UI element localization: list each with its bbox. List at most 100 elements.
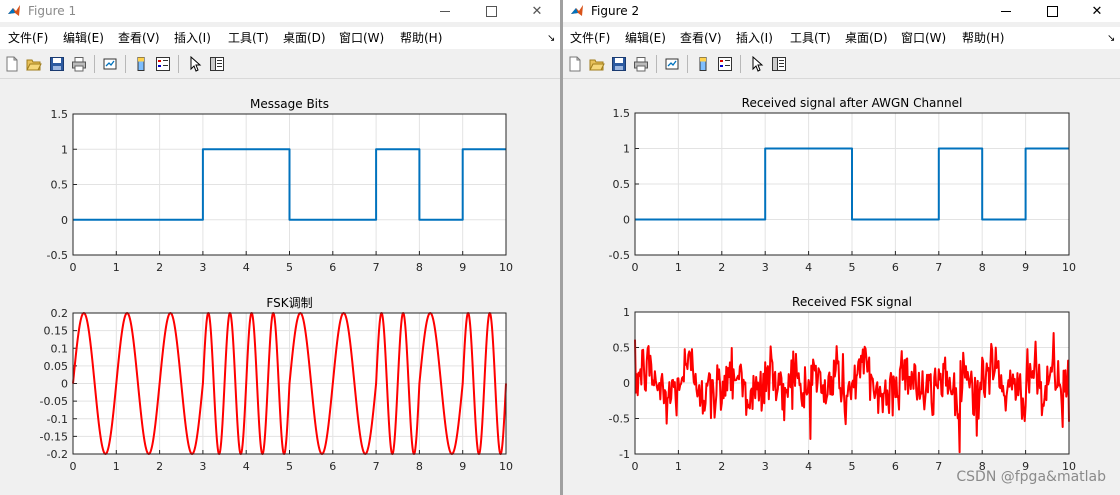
menu-file[interactable]: 文件(F) xyxy=(8,31,48,45)
y-tick-label: 1.5 xyxy=(51,108,69,121)
title-bar[interactable]: Figure 1 ✕ xyxy=(0,0,560,22)
save-icon[interactable] xyxy=(611,56,627,72)
y-tick-label: -0.2 xyxy=(47,448,68,461)
menu-insert[interactable]: 插入(I) xyxy=(174,31,211,45)
matlab-logo-icon xyxy=(571,5,583,16)
figure-1-plots: 0 1 2 3 4 5 6 7 8 9 10-0.500.511.5Message Bits 012… xyxy=(40,97,513,473)
minimize-button[interactable] xyxy=(422,0,468,22)
figure-canvas: 0 1 2 3 4 5 6 7 8 9 10 -0.5 0 0.5 1 1.5 Received signal … xyxy=(563,79,1120,495)
menu-window[interactable]: 窗口(W) xyxy=(901,31,946,45)
toolbar-separator xyxy=(94,55,95,73)
pointer-icon[interactable] xyxy=(187,56,203,72)
minimize-icon xyxy=(440,10,450,12)
property-editor-icon[interactable] xyxy=(771,56,787,72)
open-file-icon[interactable] xyxy=(26,56,42,72)
axes-received-fsk[interactable]: 0 1 2 3 4 5 6 7 8 9 10-1-0.500.51Received FSK sign… xyxy=(609,295,1076,473)
x-tick-label: 6 xyxy=(329,261,336,274)
menu-insert[interactable]: 插入(I) xyxy=(736,31,773,45)
axes-fsk-modulation[interactable]: 0 1 2 3 4 5 6 7 8 9 10 -0.2 -0.15 -0.1 -0.05 0 0.05 0.1 0.… xyxy=(40,296,513,473)
toolbar-separator xyxy=(740,55,741,73)
y-tick-label: -1 xyxy=(619,448,630,461)
new-figure-icon[interactable] xyxy=(567,56,583,72)
menu-edit[interactable]: 编辑(E) xyxy=(625,31,666,45)
menu-bar: 文件(F) 编辑(E) 查看(V) 插入(I) 工具(T) 桌面(D) 窗口(W… xyxy=(0,27,560,49)
figure-canvas: 0 1 2 3 4 5 6 7 8 9 10 -0.5 0 0.5 1 1.5 Message Bits 012… xyxy=(0,79,560,495)
x-tick-label: 6 xyxy=(892,460,899,473)
y-tick-label: 0.15 xyxy=(44,325,69,338)
close-icon: ✕ xyxy=(1091,3,1103,19)
close-button[interactable]: ✕ xyxy=(1074,0,1120,22)
x-tick-label: 1 xyxy=(675,460,682,473)
x-tick-label: 0 xyxy=(70,261,77,274)
x-tick-label: 8 xyxy=(979,261,986,274)
y-tick-label: 1.5 xyxy=(613,107,631,120)
y-tick-label: 0.5 xyxy=(51,179,69,192)
x-tick-label: 10 xyxy=(1062,261,1076,274)
x-tick-label: 2 xyxy=(156,261,163,274)
menu-view[interactable]: 查看(V) xyxy=(118,31,160,45)
maximize-icon xyxy=(1046,5,1058,17)
y-tick-label: 0 xyxy=(623,377,630,390)
minimize-icon xyxy=(1001,10,1011,12)
y-tick-label: 0.5 xyxy=(613,178,631,191)
maximize-button[interactable] xyxy=(1029,0,1075,22)
menu-desktop[interactable]: 桌面(D) xyxy=(283,31,326,45)
window-title: Figure 1 xyxy=(28,4,77,18)
title-bar[interactable]: Figure 2 ✕ xyxy=(563,0,1120,22)
y-tick-label: -0.5 xyxy=(609,249,630,262)
link-plot-icon[interactable] xyxy=(102,56,118,72)
figure-window-2: Figure 2 ✕ 文件(F) 编辑(E) 查看(V) 插入(I) 工具(T)… xyxy=(563,0,1120,495)
x-tick-label: 1 xyxy=(113,261,120,274)
x-tick-label: 3 xyxy=(762,261,769,274)
menu-help[interactable]: 帮助(H) xyxy=(962,31,1004,45)
y-tick-label: -0.5 xyxy=(609,413,630,426)
print-icon[interactable] xyxy=(633,56,649,72)
x-tick-label: 7 xyxy=(373,261,380,274)
save-icon[interactable] xyxy=(49,56,65,72)
maximize-button[interactable] xyxy=(468,0,514,22)
menu-tools[interactable]: 工具(T) xyxy=(228,31,269,45)
open-file-icon[interactable] xyxy=(589,56,605,72)
axes-message-bits[interactable]: 0 1 2 3 4 5 6 7 8 9 10-0.500.511.5Message Bits xyxy=(47,97,513,274)
menu-help[interactable]: 帮助(H) xyxy=(400,31,442,45)
menu-tools[interactable]: 工具(T) xyxy=(790,31,831,45)
legend-icon[interactable] xyxy=(717,56,733,72)
maximize-icon xyxy=(485,5,497,17)
menu-desktop[interactable]: 桌面(D) xyxy=(845,31,888,45)
legend-icon[interactable] xyxy=(155,56,171,72)
x-tick-label: 2 xyxy=(718,261,725,274)
axes-title: Received FSK signal xyxy=(792,295,912,309)
axes-title: Message Bits xyxy=(250,97,329,111)
print-icon[interactable] xyxy=(71,56,87,72)
x-tick-label: 5 xyxy=(849,460,856,473)
x-tick-label: 6 xyxy=(892,261,899,274)
close-button[interactable]: ✕ xyxy=(514,0,560,22)
dock-arrow-icon[interactable]: ↘ xyxy=(1107,33,1115,44)
y-tick-label: 0 xyxy=(61,378,68,391)
dock-arrow-icon[interactable]: ↘ xyxy=(547,33,555,44)
x-tick-label: 0 xyxy=(632,261,639,274)
property-editor-icon[interactable] xyxy=(209,56,225,72)
pointer-icon[interactable] xyxy=(749,56,765,72)
link-plot-icon[interactable] xyxy=(664,56,680,72)
colorbar-icon[interactable] xyxy=(133,56,149,72)
y-tick-label: 1 xyxy=(623,306,630,319)
y-tick-label: 0.1 xyxy=(51,342,69,355)
toolbar-separator xyxy=(687,55,688,73)
menu-view[interactable]: 查看(V) xyxy=(680,31,722,45)
axes-received-awgn[interactable]: 0 1 2 3 4 5 6 7 8 9 10-0.500.511.5Received signal … xyxy=(609,96,1076,274)
x-tick-label: 5 xyxy=(849,261,856,274)
minimize-button[interactable] xyxy=(983,0,1029,22)
menu-file[interactable]: 文件(F) xyxy=(570,31,610,45)
x-tick-label: 8 xyxy=(416,261,423,274)
menu-edit[interactable]: 编辑(E) xyxy=(63,31,104,45)
new-figure-icon[interactable] xyxy=(4,56,20,72)
menu-window[interactable]: 窗口(W) xyxy=(339,31,384,45)
close-icon: ✕ xyxy=(531,3,543,19)
x-tick-label: 3 xyxy=(762,460,769,473)
matlab-logo-icon xyxy=(8,5,20,16)
x-tick-label: 7 xyxy=(935,460,942,473)
colorbar-icon[interactable] xyxy=(695,56,711,72)
y-tick-label: 0.5 xyxy=(613,342,631,355)
axes-title: Received signal after AWGN Channel xyxy=(742,96,963,110)
